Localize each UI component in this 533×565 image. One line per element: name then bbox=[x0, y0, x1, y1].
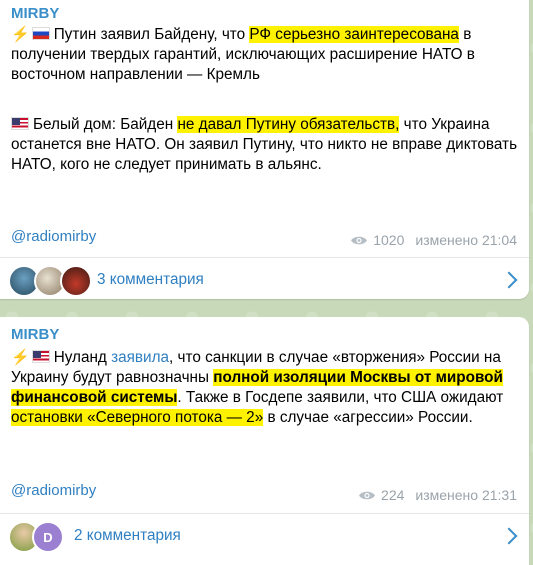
post-paragraph: ⚡ Путин заявил Байдену, что РФ серьезно з… bbox=[11, 26, 475, 83]
views-count: 224 bbox=[381, 487, 405, 503]
comments-button[interactable]: 3 комментария bbox=[0, 258, 529, 302]
eye-icon bbox=[359, 491, 376, 499]
channel-tag-link[interactable]: @radiomirby bbox=[11, 482, 96, 499]
source-link[interactable]: заявила bbox=[111, 349, 169, 366]
post-paragraph: Белый дом: Байден не давал Путину обязат… bbox=[11, 116, 518, 173]
eye-icon bbox=[351, 236, 368, 244]
channel-post: MIRBY ⚡ Путин заявил Байдену, что РФ серь… bbox=[0, 0, 529, 299]
post-meta: 224 изменено 21:31 bbox=[358, 487, 517, 503]
edited-time: изменено 21:31 bbox=[415, 487, 517, 503]
avatar bbox=[60, 265, 92, 297]
edited-time: изменено 21:04 bbox=[415, 232, 517, 248]
channel-tag-link[interactable]: @radiomirby bbox=[11, 228, 96, 245]
chevron-right-icon bbox=[500, 527, 518, 545]
highlighted-text: не давал Путину обязательств, bbox=[177, 116, 400, 133]
usa-flag-icon bbox=[11, 117, 29, 130]
highlighted-text: остановки «Северного потока — 2» bbox=[11, 409, 264, 426]
russia-flag-icon bbox=[31, 27, 50, 40]
usa-flag-icon bbox=[31, 350, 50, 363]
lightning-icon: ⚡ bbox=[11, 349, 30, 366]
post-meta: 1020 изменено 21:04 bbox=[350, 232, 517, 248]
avatar: D bbox=[32, 521, 64, 553]
chevron-right-icon bbox=[500, 271, 518, 289]
highlighted-text: РФ серьезно заинтересована bbox=[249, 26, 459, 43]
views-count: 1020 bbox=[373, 232, 405, 248]
comments-count: 3 комментария bbox=[97, 271, 204, 288]
lightning-icon: ⚡ bbox=[11, 26, 30, 43]
comments-button[interactable]: D 2 комментария bbox=[0, 514, 529, 558]
post-paragraph: ⚡ Нуланд заявила, что санкции в случае «в… bbox=[11, 349, 504, 426]
channel-post: MIRBY ⚡ Нуланд заявила, что санкции в слу… bbox=[0, 317, 529, 565]
channel-name[interactable]: MIRBY bbox=[11, 326, 59, 343]
comments-count: 2 комментария bbox=[74, 527, 181, 544]
channel-name[interactable]: MIRBY bbox=[11, 5, 59, 22]
